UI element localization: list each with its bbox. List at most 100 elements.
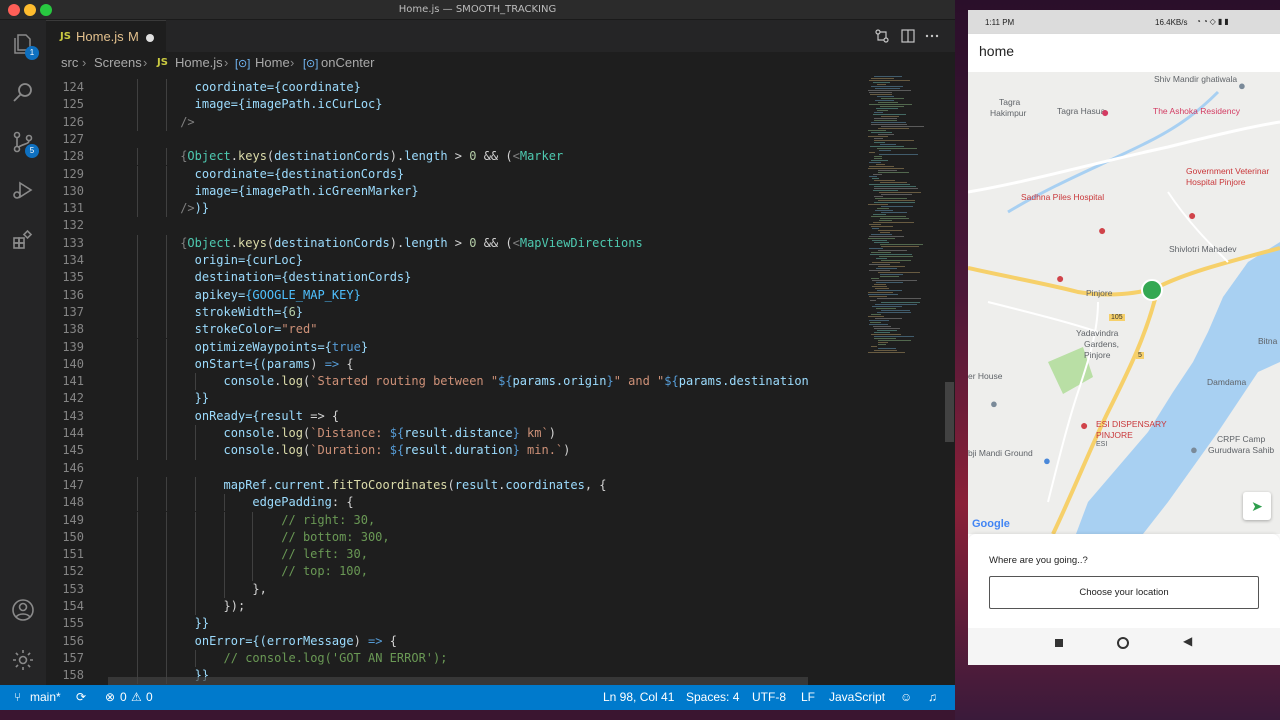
indent-guide xyxy=(136,286,138,304)
code-line[interactable]: 127 xyxy=(46,131,864,148)
choose-location-button[interactable]: Choose your location xyxy=(989,576,1259,609)
code-line[interactable]: 153}, xyxy=(46,580,864,598)
code-line[interactable]: 157 // console.log('GOT AN ERROR'); xyxy=(46,649,864,668)
home-nav-icon[interactable] xyxy=(1117,637,1129,649)
minimap-line xyxy=(868,136,888,137)
line-number: 150 xyxy=(62,529,84,544)
breadcrumb-screens[interactable]: Screens xyxy=(94,55,142,70)
code-token: : { xyxy=(331,495,354,510)
compare-changes-icon[interactable] xyxy=(874,28,890,44)
more-actions-icon[interactable] xyxy=(924,28,940,44)
code-line[interactable]: 134 origin={curLoc} xyxy=(46,252,864,270)
hospital-pin-icon[interactable]: ● xyxy=(1098,222,1106,238)
code-line[interactable]: 149 // right: 30, xyxy=(46,511,864,529)
language-mode[interactable]: JavaScript xyxy=(829,690,885,704)
sync-icon[interactable]: ⟳ xyxy=(76,690,86,704)
encoding[interactable]: UTF-8 xyxy=(752,690,786,704)
indent-guide xyxy=(194,580,196,598)
hospital-pin-icon[interactable]: ● xyxy=(1080,417,1088,433)
code-token: console xyxy=(223,443,275,458)
code-line[interactable]: 137 strokeWidth={6} xyxy=(46,303,864,322)
warning-count[interactable]: 0 xyxy=(146,690,153,704)
code-line[interactable]: 150 // bottom: 300, xyxy=(46,528,864,547)
minimap-line xyxy=(877,110,888,111)
indent-guide xyxy=(165,390,167,408)
code-line[interactable]: 140 onStart={(params) => { xyxy=(46,355,864,374)
extensions-icon[interactable] xyxy=(11,228,35,252)
code-line[interactable]: 156 onError={(errorMessage) => { xyxy=(46,632,864,650)
code-line[interactable]: 128 {Object.keys(destinationCords).length… xyxy=(46,148,864,166)
code-line[interactable]: 132 xyxy=(46,217,864,234)
settings-gear-icon[interactable] xyxy=(11,648,35,672)
code-line[interactable]: 124 coordinate={coordinate} xyxy=(46,79,864,97)
code-editor[interactable]: 124 coordinate={coordinate} 125 image={imag… xyxy=(46,74,864,685)
navigate-arrow-icon[interactable]: ➤ xyxy=(1243,492,1271,520)
code-token: `Duration: xyxy=(310,443,390,458)
place-pin-icon[interactable]: ● xyxy=(990,396,998,411)
code-line[interactable]: 154}); xyxy=(46,598,864,616)
explorer-icon[interactable]: 1 xyxy=(11,32,39,60)
breadcrumb-component[interactable]: Home xyxy=(255,55,290,70)
run-debug-icon[interactable] xyxy=(11,178,35,202)
split-editor-icon[interactable] xyxy=(900,28,916,44)
place-pin-icon[interactable]: ● xyxy=(1238,78,1246,93)
code-line[interactable]: 129 coordinate={destinationCords} xyxy=(46,165,864,183)
account-icon[interactable] xyxy=(11,598,35,622)
code-line[interactable]: 126 /> xyxy=(46,113,864,131)
breadcrumb-file[interactable]: Home.js xyxy=(175,55,223,70)
map-label: Tagra xyxy=(999,97,1021,107)
breadcrumb-method[interactable]: onCenter xyxy=(321,55,374,70)
minimap-line xyxy=(879,192,921,193)
code-text: destination={destinationCords} xyxy=(195,269,412,286)
place-pin-icon[interactable]: ● xyxy=(1190,442,1198,457)
minimap[interactable] xyxy=(864,74,942,685)
code-line[interactable]: 155}} xyxy=(46,615,864,633)
error-count[interactable]: 0 xyxy=(120,690,127,704)
code-token: => { xyxy=(303,408,340,423)
code-line[interactable]: 142}} xyxy=(46,390,864,408)
code-line[interactable]: 151 // left: 30, xyxy=(46,546,864,564)
search-icon[interactable] xyxy=(11,80,35,104)
hospital-pin-icon[interactable]: ● xyxy=(1188,207,1196,223)
unsaved-dot-icon[interactable] xyxy=(146,34,154,42)
horizontal-scrollbar[interactable] xyxy=(108,677,808,685)
cursor-position[interactable]: Ln 98, Col 41 xyxy=(603,690,674,704)
code-line[interactable]: 131 />)} xyxy=(46,200,864,218)
minimap-line xyxy=(875,88,900,89)
source-control-icon[interactable]: 5 xyxy=(11,130,39,158)
error-icon[interactable]: ⊗ xyxy=(105,690,115,704)
code-line[interactable]: 135 destination={destinationCords} xyxy=(46,269,864,287)
back-icon[interactable]: ◀ xyxy=(1183,634,1192,648)
code-line[interactable]: 136 apikey={GOOGLE_MAP_KEY} xyxy=(46,286,864,304)
branch-name[interactable]: main* xyxy=(30,690,61,704)
code-line[interactable]: 152 // top: 100, xyxy=(46,563,864,581)
recents-icon[interactable] xyxy=(1055,639,1063,647)
hospital-pin-icon[interactable]: ● xyxy=(1056,270,1064,286)
code-line[interactable]: 144 console.log(`Distance: ${result.dista… xyxy=(46,425,864,443)
indentation[interactable]: Spaces: 4 xyxy=(686,690,739,704)
map-view[interactable]: Shiv Mandir ghatiwala Tagra Hakimpur Tag… xyxy=(968,72,1280,534)
feedback-icon[interactable]: ☺ xyxy=(900,690,912,704)
warning-icon[interactable]: ⚠ xyxy=(131,690,142,704)
notifications-bell-icon[interactable]: ♫ xyxy=(928,690,937,704)
code-line[interactable]: 133 {Object.keys(destinationCords).length… xyxy=(46,234,864,252)
code-line[interactable]: 145 console.log(`Duration: ${result.durat… xyxy=(46,442,864,460)
code-line[interactable]: 147 mapRef.current.fitToCoordinates(resul… xyxy=(46,476,864,495)
scrollbar-thumb[interactable] xyxy=(945,382,954,442)
code-line[interactable]: 125 image={imagePath.icCurLoc} xyxy=(46,96,864,114)
code-line[interactable]: 146 xyxy=(46,460,864,477)
code-line[interactable]: 138 strokeColor="red" xyxy=(46,321,864,339)
tab-home-js[interactable]: JS Home.js M xyxy=(46,20,166,52)
code-line[interactable]: 143 onReady={result => { xyxy=(46,407,864,425)
code-line[interactable]: 139 optimizeWaypoints={true} xyxy=(46,338,864,356)
place-pin-icon[interactable]: ● xyxy=(1043,453,1051,468)
indent-guide xyxy=(136,407,138,425)
code-line[interactable]: 130 image={imagePath.icGreenMarker} xyxy=(46,182,864,201)
code-token: errorMessage xyxy=(266,633,354,648)
breadcrumb-src[interactable]: src xyxy=(61,55,78,70)
line-ending[interactable]: LF xyxy=(801,690,815,704)
vertical-scrollbar[interactable] xyxy=(942,74,955,685)
code-line[interactable]: 148 edgePadding: { xyxy=(46,494,864,512)
hotel-pin-icon[interactable]: ● xyxy=(1101,104,1109,120)
code-line[interactable]: 141 console.log(`Started routing between … xyxy=(46,373,864,391)
